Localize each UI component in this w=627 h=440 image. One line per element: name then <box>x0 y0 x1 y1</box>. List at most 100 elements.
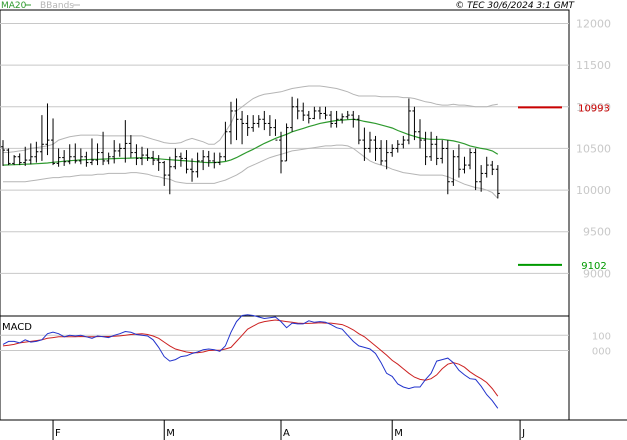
ohlc-bar <box>240 110 245 145</box>
ohlc-bar <box>290 96 295 132</box>
ohlc-bar <box>334 110 339 128</box>
ohlc-bar <box>395 140 400 153</box>
ohlc-bar <box>412 106 417 141</box>
macd-y-tick-label: 100 <box>592 331 611 342</box>
ohlc-bar <box>145 148 150 161</box>
ohlc-bar <box>251 115 256 132</box>
ohlc-bar <box>173 148 178 170</box>
price-ohlc-bars <box>1 96 500 199</box>
ohlc-bar <box>178 152 183 167</box>
macd-y-tick-label: 000 <box>592 346 611 357</box>
month-label: M <box>166 428 175 439</box>
ohlc-bar <box>356 115 361 145</box>
price-y-tick-labels: 120001150011000105001000095009000 <box>576 17 611 280</box>
signal-line <box>2 319 499 397</box>
ohlc-bar <box>206 150 211 167</box>
ohlc-bar <box>367 131 372 153</box>
ohlc-bar <box>340 113 345 124</box>
ohlc-bar <box>28 143 33 165</box>
ohlc-bar <box>418 119 422 149</box>
ohlc-bar <box>256 115 261 128</box>
ohlc-bar <box>384 140 389 170</box>
ohlc-bar <box>329 110 334 128</box>
ohlc-bar <box>89 138 94 166</box>
price-y-tick-label: 10000 <box>576 184 611 197</box>
ohlc-bar <box>301 102 306 121</box>
price-y-tick-label: 10500 <box>576 142 611 155</box>
ohlc-bar <box>156 155 161 171</box>
ohlc-bar <box>401 135 406 149</box>
ohlc-bar <box>245 115 250 136</box>
macd-y-tick-labels: 100000 <box>592 331 611 357</box>
ma20-line-group <box>2 118 499 166</box>
ohlc-bar <box>234 98 239 141</box>
ohlc-bar <box>162 160 167 186</box>
ohlc-bar <box>39 115 44 161</box>
macd-lines <box>2 314 499 409</box>
ohlc-bar <box>273 119 278 141</box>
ohlc-bar <box>429 131 434 161</box>
price-y-tick-label: 11500 <box>576 59 611 72</box>
ohlc-bar <box>434 135 439 166</box>
ohlc-bar <box>217 152 222 166</box>
ohlc-bar <box>67 144 72 165</box>
ohlc-bar <box>134 144 139 166</box>
ohlc-bar <box>406 98 411 145</box>
price-y-tick-label: 9500 <box>583 226 611 239</box>
ohlc-bar <box>228 101 233 145</box>
ohlc-bar <box>306 110 311 124</box>
ohlc-bar <box>123 120 128 163</box>
ohlc-bar <box>56 148 61 167</box>
ohlc-bar <box>17 153 22 166</box>
ohlc-bar <box>451 150 456 186</box>
ohlc-bar <box>128 135 133 158</box>
ohlc-bar <box>473 148 478 191</box>
ohlc-bar <box>78 148 83 165</box>
ohlc-bar <box>167 156 172 195</box>
ohlc-bar <box>295 98 300 120</box>
ohlc-bar <box>12 155 17 166</box>
ohlc-bar <box>323 106 328 120</box>
ohlc-bar <box>95 143 100 166</box>
ohlc-bar <box>223 121 228 161</box>
bband-upper-line <box>2 85 498 154</box>
ohlc-bar <box>117 143 122 157</box>
ohlc-bar <box>45 103 50 156</box>
ohlc-bar <box>201 150 206 171</box>
ohlc-bar <box>345 110 350 120</box>
ohlc-bar <box>462 156 467 174</box>
macd-panel-frame <box>0 315 570 421</box>
price-panel-frame <box>0 9 570 317</box>
ohlc-bar <box>6 148 11 166</box>
month-label: A <box>283 428 290 439</box>
ohlc-bar <box>317 106 322 120</box>
ohlc-bar <box>490 160 495 176</box>
support-level-label: 9102 <box>581 261 606 272</box>
macd-gridlines <box>0 334 569 351</box>
ohlc-bar <box>484 156 489 178</box>
ohlc-bar <box>34 141 39 163</box>
macd-title: MACD <box>2 322 32 333</box>
ohlc-bar <box>379 140 384 166</box>
resistance-level-label: 10993 <box>578 103 610 114</box>
macd-line <box>2 314 499 409</box>
bollinger-bands <box>2 85 499 199</box>
ohlc-bar <box>456 144 461 178</box>
technical-chart: MA20 BBands © TEC 30/6/2024 3:1 GMT 1200… <box>0 1 627 440</box>
ohlc-bar <box>140 146 144 166</box>
ohlc-bar <box>212 152 217 169</box>
ohlc-bar <box>440 140 445 164</box>
price-y-tick-label: 12000 <box>576 17 611 30</box>
month-label: J <box>521 428 525 439</box>
ohlc-bar <box>262 110 267 131</box>
ohlc-bar <box>112 140 117 164</box>
ohlc-bar <box>468 148 473 170</box>
ohlc-bar <box>312 106 317 120</box>
ohlc-bar <box>62 150 67 166</box>
ohlc-bar <box>267 115 272 136</box>
month-label: F <box>55 428 61 439</box>
ohlc-bar <box>495 165 500 199</box>
x-axis-month-labels: FMAMJJ <box>52 420 525 440</box>
ohlc-bar <box>184 150 189 174</box>
ohlc-bar <box>279 131 283 174</box>
